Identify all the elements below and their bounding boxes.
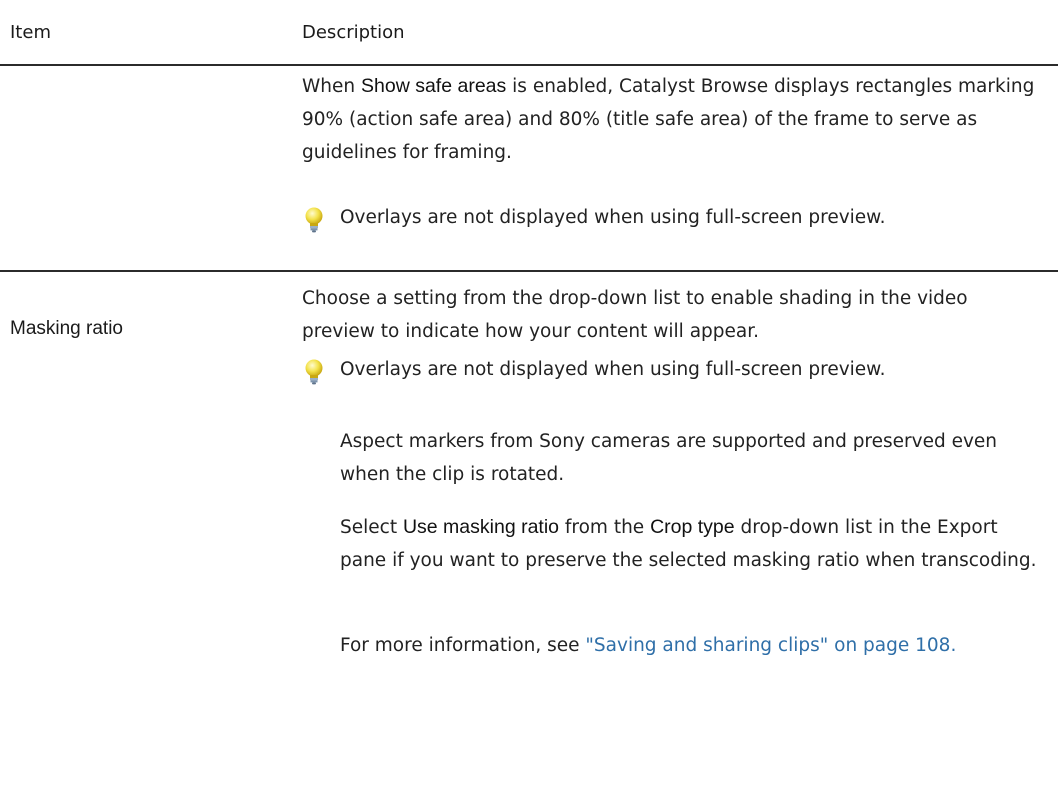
header-description: Description — [302, 22, 405, 43]
table-row-safe-areas: When Show safe areas is enabled, Catalys… — [0, 66, 1058, 272]
table-header: Item Description — [0, 0, 1058, 66]
crop-type-term: Crop type — [650, 516, 735, 538]
lightbulb-icon — [305, 207, 323, 233]
masking-ratio-label: Masking ratio — [10, 318, 123, 339]
saving-sharing-link[interactable]: "Saving and sharing clips" on page 108. — [585, 635, 956, 656]
header-item: Item — [10, 22, 51, 43]
masking-ratio-description: Choose a setting from the drop-down list… — [302, 288, 968, 342]
more-info-note: For more information, see "Saving and sh… — [340, 635, 957, 656]
show-safe-areas-term: Show safe areas — [361, 75, 507, 97]
use-masking-ratio-term: Use masking ratio — [402, 516, 560, 538]
safe-areas-description: When Show safe areas is enabled, Catalys… — [302, 75, 1035, 163]
masking-ratio-tip: Overlays are not displayed when using fu… — [340, 359, 886, 380]
lightbulb-icon — [305, 359, 323, 385]
crop-type-note: Select Use masking ratio from the Crop t… — [340, 516, 1037, 571]
table-row-masking-ratio: Masking ratio Choose a setting from the … — [0, 272, 1058, 789]
aspect-markers-note: Aspect markers from Sony cameras are sup… — [340, 431, 998, 485]
safe-areas-tip: Overlays are not displayed when using fu… — [340, 207, 886, 228]
